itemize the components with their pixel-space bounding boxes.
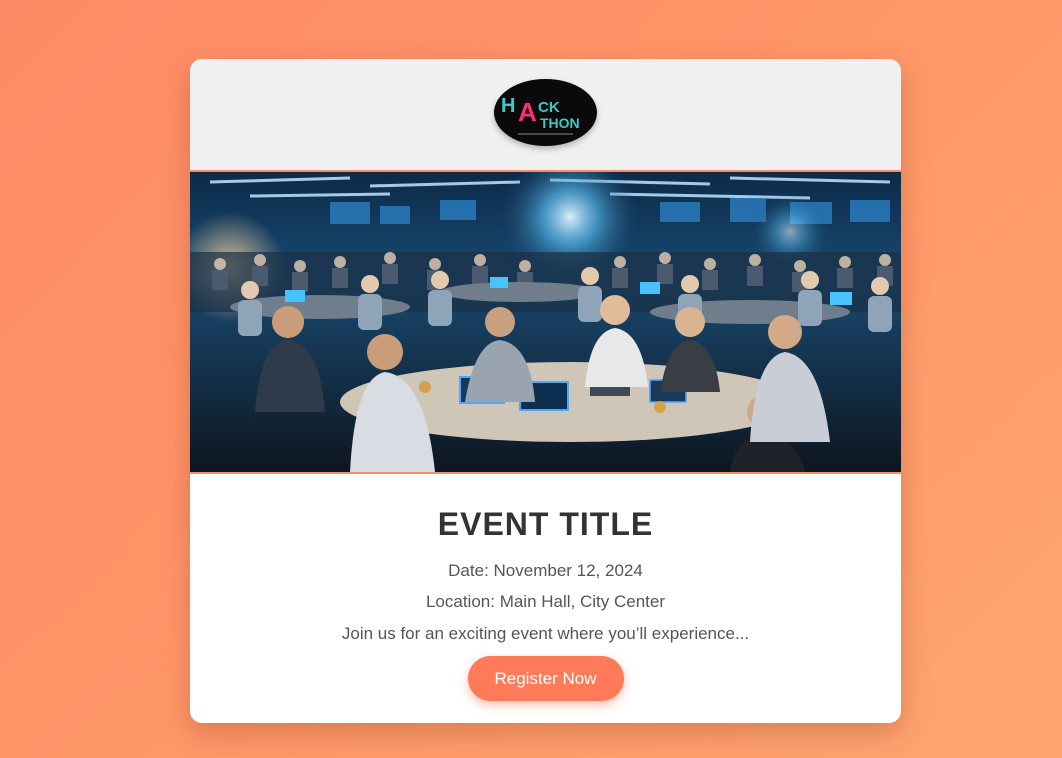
event-description: Join us for an exciting event where you’… (341, 624, 750, 643)
logo-letters-thon: THON (540, 115, 580, 131)
register-now-button[interactable]: Register Now (467, 656, 624, 701)
hackathon-logo: H A CK THON (494, 79, 597, 146)
hackathon-photo (190, 170, 901, 474)
logo-letters-ck: CK (538, 99, 560, 116)
event-card: H A CK THON EVENT TITLE Date: November 1… (190, 59, 901, 723)
logo-letter-a: A (518, 97, 537, 127)
card-header: H A CK THON (190, 59, 901, 170)
logo-letter-h: H (501, 95, 515, 117)
event-date: Date: November 12, 2024 (448, 561, 643, 580)
event-title: EVENT TITLE (437, 506, 654, 542)
event-location: Location: Main Hall, City Center (425, 592, 666, 611)
hackathon-scene-image (190, 172, 901, 472)
card-body: EVENT TITLE Date: November 12, 2024 Loca… (190, 474, 901, 701)
logo-mark: H A CK THON (501, 95, 580, 134)
